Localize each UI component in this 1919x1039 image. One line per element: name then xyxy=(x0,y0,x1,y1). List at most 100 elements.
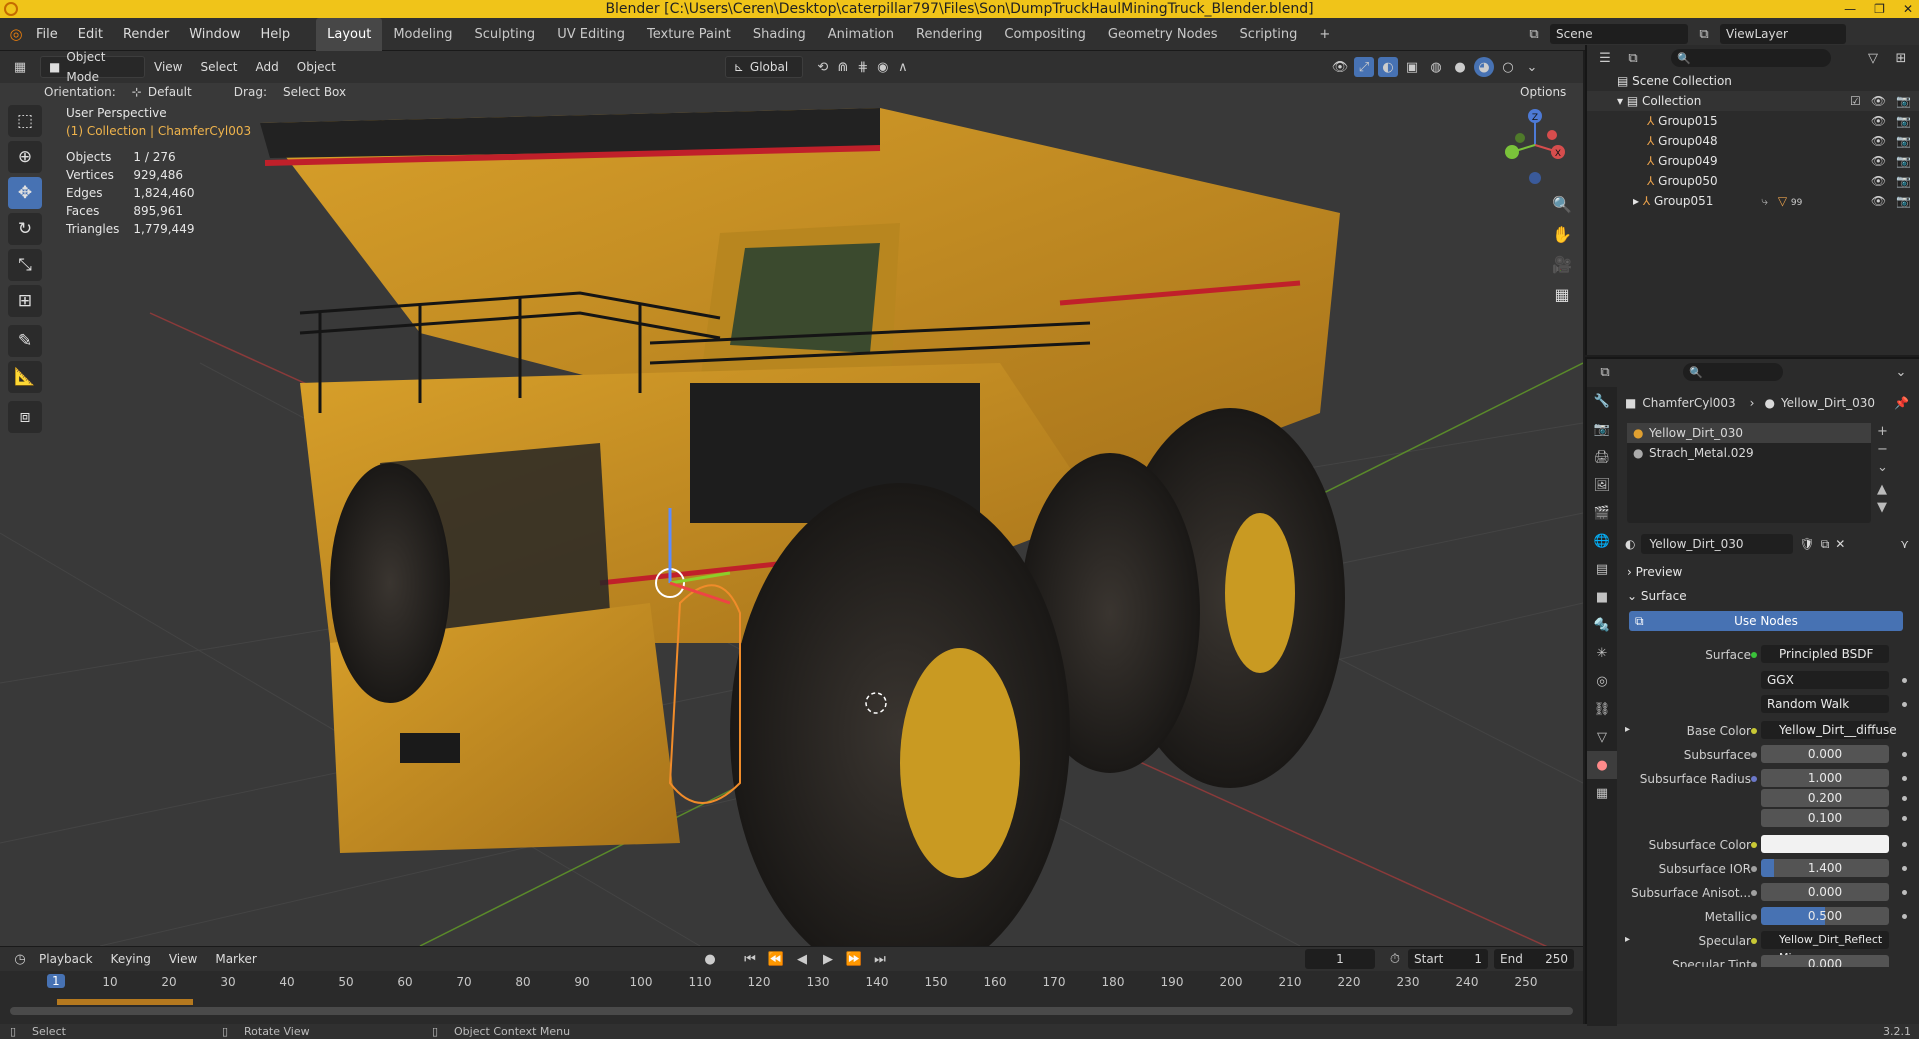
solid-shading-icon[interactable]: ● xyxy=(1450,57,1470,77)
end-frame-field[interactable]: End 250 xyxy=(1494,949,1574,969)
navigation-gizmo[interactable]: Z X xyxy=(1500,100,1570,190)
subsurface-method-dropdown[interactable]: Random Walk xyxy=(1761,695,1889,713)
world-tab-icon[interactable]: 🌐 xyxy=(1587,527,1617,555)
record-icon[interactable]: ● xyxy=(700,949,720,969)
rendered-shading-icon[interactable]: ○ xyxy=(1498,57,1518,77)
xray-icon[interactable]: ▣ xyxy=(1402,57,1422,77)
tab-compositing[interactable]: Compositing xyxy=(993,18,1097,51)
menu-window[interactable]: Window xyxy=(179,18,250,51)
view-layer-tab-icon[interactable]: 🖼 xyxy=(1587,471,1617,499)
add-workspace-button[interactable]: + xyxy=(1308,18,1341,51)
object-tab-icon[interactable]: ■ xyxy=(1587,583,1617,611)
subsurface-radius-x-field[interactable]: 1.000 xyxy=(1761,769,1889,787)
outliner-editor-icon[interactable]: ☰ xyxy=(1595,48,1615,68)
slot-specials-icon[interactable]: ⌄ xyxy=(1877,459,1888,477)
camera-icon[interactable]: 📷 xyxy=(1896,171,1911,191)
shading-options-icon[interactable]: ⌄ xyxy=(1522,57,1542,77)
gizmo-neg-y[interactable] xyxy=(1515,133,1525,143)
cursor-tool-icon[interactable]: ⊕ xyxy=(8,141,42,173)
expand-arrow-icon[interactable]: ▸ xyxy=(1633,194,1643,208)
browse-material-icon[interactable]: ◐ xyxy=(1625,537,1635,551)
menu-keying[interactable]: Keying xyxy=(102,947,160,971)
maximize-button[interactable]: ❐ xyxy=(1874,0,1885,18)
zoom-icon[interactable]: 🔍 xyxy=(1548,190,1576,218)
specular-field[interactable]: Yellow_Dirt_Reflect Mix xyxy=(1761,931,1889,964)
output-tab-icon[interactable]: 🖨 xyxy=(1587,443,1617,471)
keyframe-dot[interactable] xyxy=(1902,752,1907,757)
falloff-icon[interactable]: ∧ xyxy=(893,57,913,77)
material-preview-shading-icon[interactable]: ◕ xyxy=(1474,57,1494,77)
next-keyframe-icon[interactable]: ⏩ xyxy=(844,949,864,969)
outliner-search-input[interactable]: 🔍 xyxy=(1671,49,1831,67)
subsurface-color-swatch[interactable] xyxy=(1761,835,1889,853)
measure-tool-icon[interactable]: 📐 xyxy=(8,361,42,393)
subsurface-ior-field[interactable]: 1.400 xyxy=(1761,859,1889,877)
start-frame-field[interactable]: Start 1 xyxy=(1408,949,1488,969)
eye-icon[interactable]: 👁 xyxy=(1871,131,1886,151)
minimize-button[interactable]: — xyxy=(1844,0,1856,18)
move-down-icon[interactable]: ▼ xyxy=(1877,499,1888,517)
modifiers-tab-icon[interactable]: 🔩 xyxy=(1587,611,1617,639)
outliner-item[interactable]: ⅄ Group015 👁 📷 xyxy=(1587,111,1919,131)
visibility-icon[interactable]: 👁 xyxy=(1330,57,1350,77)
outliner-item[interactable]: ⅄ Group050 👁 📷 xyxy=(1587,171,1919,191)
expand-arrow-icon[interactable]: ▸ xyxy=(1625,724,1630,735)
close-button[interactable]: ✕ xyxy=(1903,0,1913,18)
ortho-toggle-icon[interactable]: ▦ xyxy=(1548,280,1576,308)
base-color-field[interactable]: Yellow_Dirt__diffuse xyxy=(1761,721,1897,739)
filter-icon[interactable]: ▽ xyxy=(1863,48,1883,68)
surface-section-header[interactable]: ⌄ Surface xyxy=(1617,585,1915,607)
orientation-dropdown[interactable]: ⊹ Default xyxy=(124,81,218,103)
timeline-editor-icon[interactable]: ◷ xyxy=(10,949,30,969)
constraints-tab-icon[interactable]: ⛓ xyxy=(1587,695,1617,723)
subsurface-radius-y-field[interactable]: 0.200 xyxy=(1761,789,1889,807)
drag-dropdown[interactable]: Select Box xyxy=(275,81,354,103)
material-name-field[interactable]: Yellow_Dirt_030 xyxy=(1641,534,1794,554)
annotate-tool-icon[interactable]: ✎ xyxy=(8,325,42,357)
pin-icon[interactable]: 📌 xyxy=(1894,396,1909,410)
camera-icon[interactable]: 📷 xyxy=(1896,191,1911,211)
scene-icon[interactable]: ⧉ xyxy=(1524,24,1544,44)
metallic-field[interactable]: 0.500 xyxy=(1761,907,1889,925)
scene-selector[interactable]: Scene xyxy=(1550,24,1688,44)
expand-arrow-icon[interactable]: ▾ xyxy=(1617,94,1627,108)
menu-edit[interactable]: Edit xyxy=(68,18,113,51)
outliner-item[interactable]: ⅄ Group048 👁 📷 xyxy=(1587,131,1919,151)
eye-icon[interactable]: 👁 xyxy=(1871,91,1886,111)
move-up-icon[interactable]: ▲ xyxy=(1877,481,1888,499)
camera-icon[interactable]: 📷 xyxy=(1896,111,1911,131)
physics-tab-icon[interactable]: ◎ xyxy=(1587,667,1617,695)
surface-shader-field[interactable]: Principled BSDF xyxy=(1761,645,1889,663)
tool-tab-icon[interactable]: 🔧 xyxy=(1587,387,1617,415)
display-mode-icon[interactable]: ⧉ xyxy=(1623,48,1643,68)
current-frame-field[interactable]: 1 xyxy=(1305,949,1375,969)
data-tab-icon[interactable]: ▽ xyxy=(1587,723,1617,751)
keyframe-dot[interactable] xyxy=(1902,914,1907,919)
menu-help[interactable]: Help xyxy=(251,18,301,51)
material-tab-icon[interactable]: ● xyxy=(1587,751,1617,779)
wireframe-shading-icon[interactable]: ◍ xyxy=(1426,57,1446,77)
preview-range-icon[interactable]: ⏱ xyxy=(1385,949,1405,969)
subsurface-field[interactable]: 0.000 xyxy=(1761,745,1889,763)
menu-timeline-view[interactable]: View xyxy=(160,947,206,971)
menu-render[interactable]: Render xyxy=(113,18,179,51)
prev-keyframe-icon[interactable]: ⏪ xyxy=(766,949,786,969)
eye-icon[interactable]: 👁 xyxy=(1871,191,1886,211)
tab-shading[interactable]: Shading xyxy=(742,18,817,51)
viewlayer-selector[interactable]: ViewLayer xyxy=(1720,24,1846,44)
proportional-edit-icon[interactable]: ◉ xyxy=(873,57,893,77)
overlays-icon[interactable]: ◐ xyxy=(1378,57,1398,77)
tab-geometry-nodes[interactable]: Geometry Nodes xyxy=(1097,18,1229,51)
keyframe-dot[interactable] xyxy=(1902,816,1907,821)
checkbox-icon[interactable]: ☑ xyxy=(1850,91,1861,111)
distribution-dropdown[interactable]: GGX xyxy=(1761,671,1889,689)
texture-tab-icon[interactable]: ▦ xyxy=(1587,779,1617,807)
keyframe-dot[interactable] xyxy=(1902,702,1907,707)
gizmo-neg-z[interactable] xyxy=(1529,172,1541,184)
tab-modeling[interactable]: Modeling xyxy=(382,18,463,51)
select-box-tool-icon[interactable]: ⬚ xyxy=(8,105,42,137)
material-slot[interactable]: ● Yellow_Dirt_030 xyxy=(1627,423,1871,443)
use-nodes-button[interactable]: ⧉ Use Nodes xyxy=(1629,611,1903,631)
unlink-material-icon[interactable]: ✕ xyxy=(1835,537,1845,551)
expand-arrow-icon[interactable]: ▸ xyxy=(1625,934,1630,945)
